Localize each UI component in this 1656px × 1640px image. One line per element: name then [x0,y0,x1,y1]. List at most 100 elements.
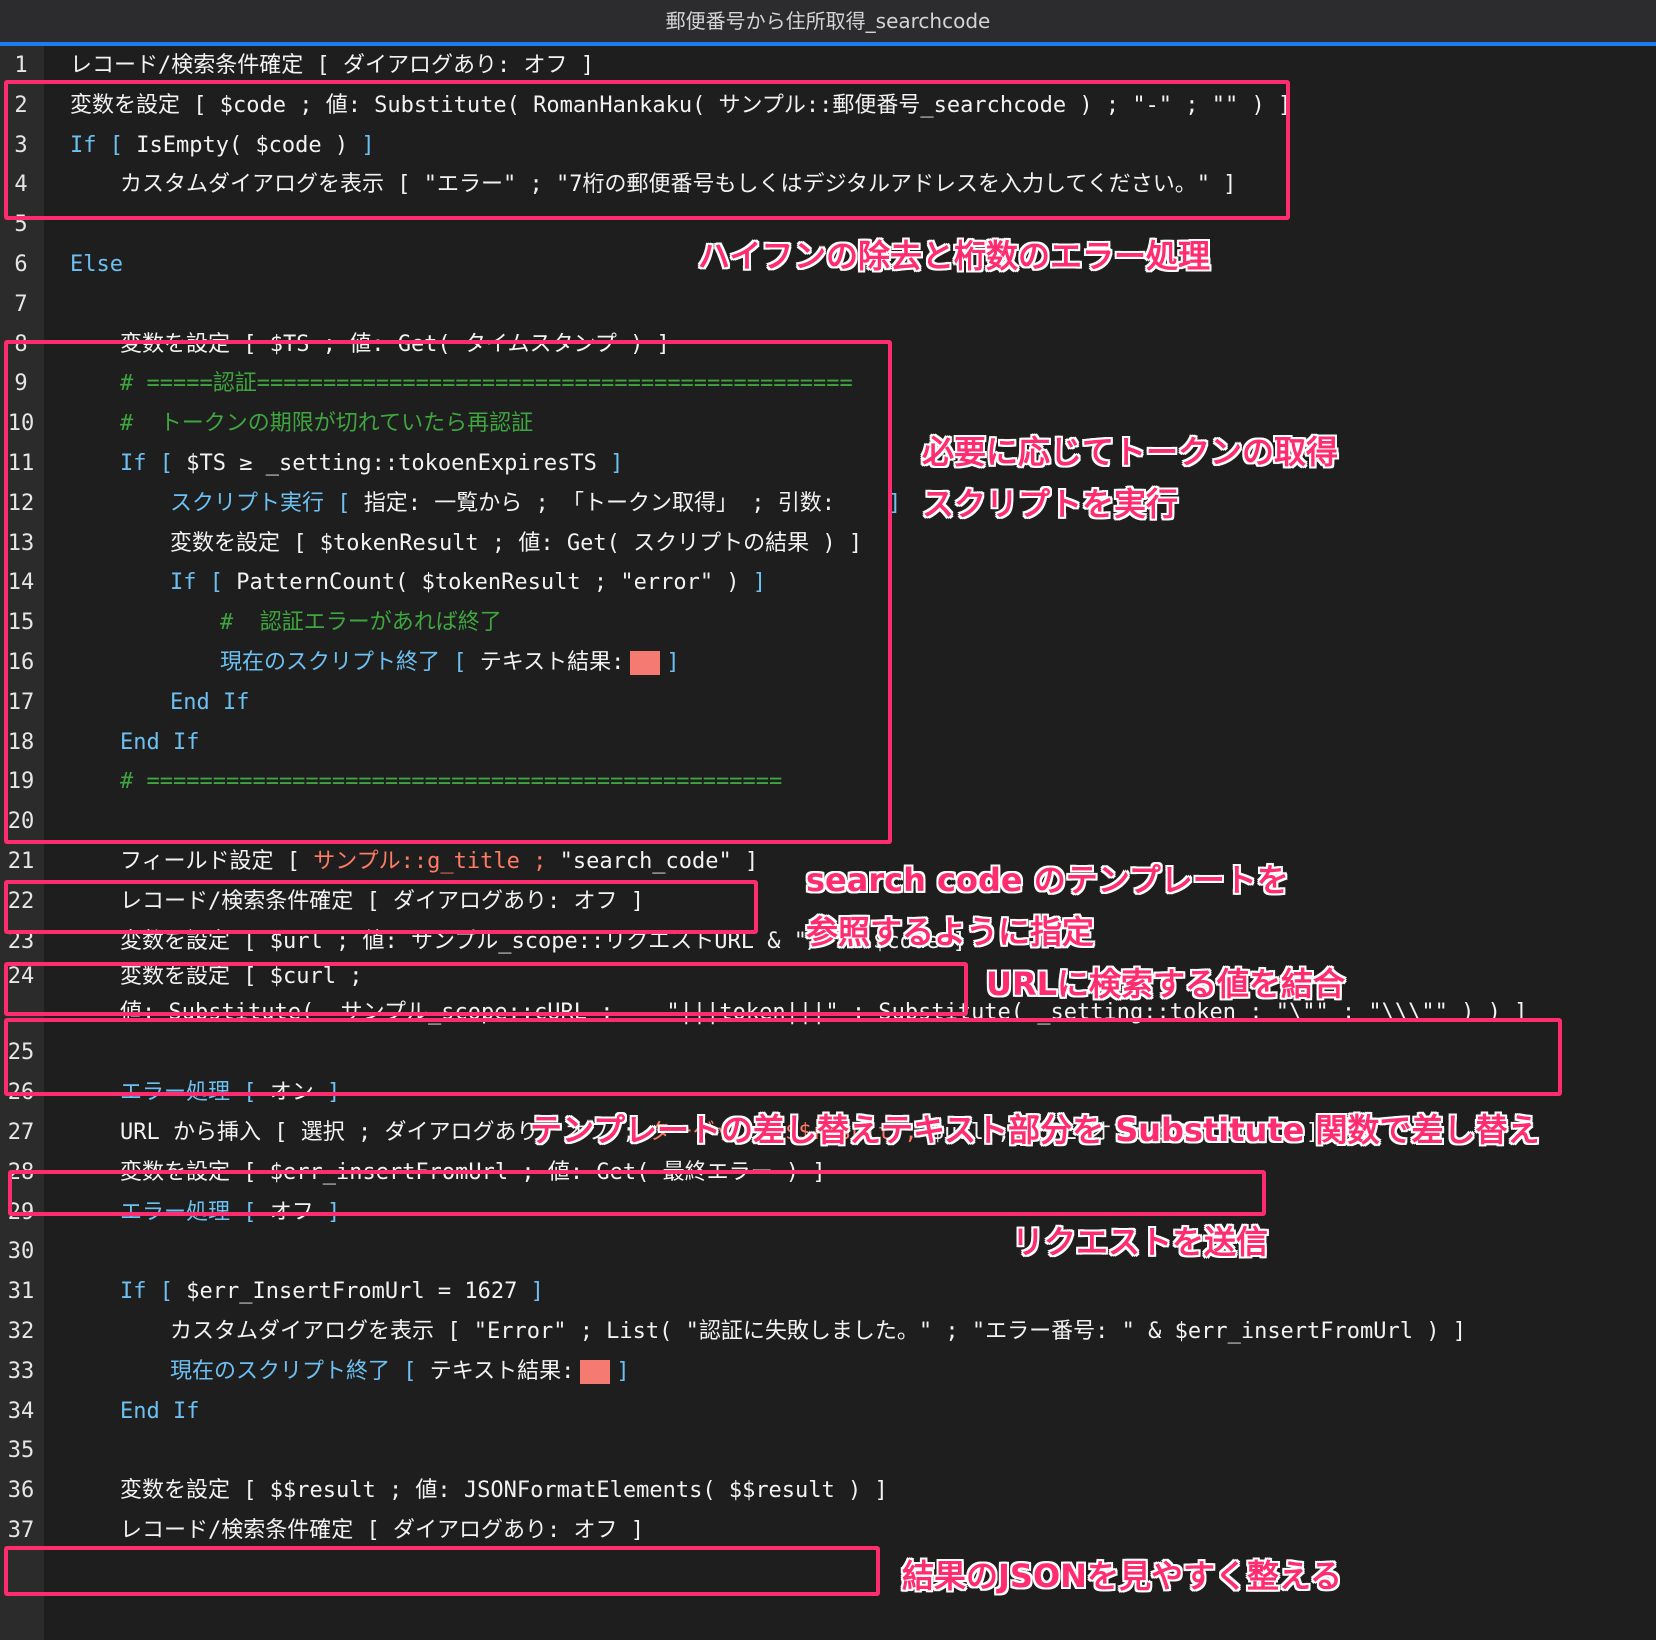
code-text: If [ $err_InsertFromUrl = 1627 ] [120,1272,544,1312]
code-line[interactable]: 25 [0,1033,1656,1073]
line-number: 37 [7,1518,35,1543]
line-number: 20 [7,809,35,835]
keyword-token: ] [530,1279,544,1305]
line-number: 33 [7,1358,35,1384]
line-number: 10 [7,411,35,437]
code-line[interactable]: 18 End If [0,723,1656,763]
line-number: 14 [7,570,35,596]
annotation-url-join: URLに検索する値を結合 [986,965,1346,1003]
code-text: 変数を設定 [ $tokenResult ; 値: Get( スクリプトの結果 … [170,524,862,564]
code-line[interactable]: 9 # =====認証==============================… [0,364,1656,404]
code-text: # ======================================… [120,762,782,802]
code-text: Else [70,245,123,285]
code-token: レコード/検索条件確定 [ ダイアログあり: オフ ] [120,888,644,914]
keyword-token: ] [327,1199,341,1225]
annotation-template: search code のテンプレートを 参照するように指定 [806,861,1289,951]
keyword-token: ] [887,490,902,516]
code-line[interactable]: 13 変数を設定 [ $tokenResult ; 値: Get( スクリプトの結… [0,524,1656,564]
code-token: テキスト結果: [429,1358,575,1384]
line-number: 21 [7,849,35,874]
code-text: # =====認証===============================… [120,364,853,404]
code-line[interactable]: 4 カスタムダイアログを表示 [ "エラー" ; "7桁の郵便番号もしくはデジタル… [0,165,1656,205]
code-line[interactable]: 3 If [ IsEmpty( $code ) ] [0,126,1656,166]
code-line[interactable]: 1 レコード/検索条件確定 [ ダイアログあり: オフ ] [0,46,1656,86]
code-token: 変数を設定 [ $$result ; 値: JSONFormatElements… [120,1478,888,1504]
code-line[interactable]: 2 変数を設定 [ $code ; 値: Substitute( RomanHan… [0,86,1656,126]
code-line[interactable]: 36 変数を設定 [ $$result ; 値: JSONFormatElemen… [0,1471,1656,1511]
code-token: 変数を設定 [ $err_insertFromUrl ; 値: Get( 最終エ… [120,1159,826,1185]
code-line[interactable]: 24 変数を設定 [ $curl ; 値: Substitute( サンプル_sco… [0,961,1656,1033]
code-line[interactable]: 14 If [ PatternCount( $tokenResult ; "err… [0,563,1656,603]
keyword-token: ] [666,650,680,675]
script-editor[interactable]: 1 レコード/検索条件確定 [ ダイアログあり: オフ ] 2 変数を設定 [ $co… [0,46,1656,1640]
code-line[interactable]: 7 [0,285,1656,325]
code-line[interactable]: 12 スクリプト実行 [ 指定: 一覧から ; 「トークン取得」 ; 引数: ] [0,484,1656,524]
annotation-send-request: リクエストを送信 [1012,1223,1269,1261]
code-line[interactable]: 20 [0,802,1656,842]
code-line[interactable]: 19 # ====================================… [0,762,1656,802]
line-number: 27 [7,1120,35,1145]
empty-result-swatch [580,1359,611,1384]
code-text: If [ PatternCount( $tokenResult ; "error… [170,563,766,603]
line-number: 25 [7,1040,35,1066]
comment-token: # トークンの期限が切れていたら再認証 [120,411,534,437]
code-token: 指定: 一覧から ; 「トークン取得」 ; 引数: [363,490,888,516]
code-line[interactable]: 32 カスタムダイアログを表示 [ "Error" ; List( "認証に失敗し… [0,1312,1656,1352]
line-number: 24 [7,964,35,990]
keyword-token: 現在のスクリプト終了 [ [170,1358,430,1384]
line-number: 1 [14,53,28,78]
annotation-json-format: 結果のJSONを見やすく整える [902,1557,1342,1595]
code-line[interactable]: 33 現在のスクリプト終了 [ テキスト結果:] [0,1352,1656,1392]
line-number: 9 [14,371,28,397]
keyword-token: End If [120,729,200,755]
code-line[interactable]: 28 変数を設定 [ $err_insertFromUrl ; 値: Get( 最… [0,1153,1656,1193]
code-text: レコード/検索条件確定 [ ダイアログあり: オフ ] [70,46,594,86]
code-line[interactable]: 31 If [ $err_InsertFromUrl = 1627 ] [0,1272,1656,1312]
code-token: $err_InsertFromUrl = 1627 [186,1279,531,1305]
code-text: 変数を設定 [ $$result ; 値: JSONFormatElements… [120,1471,888,1511]
code-line[interactable]: 10 # トークンの期限が切れていたら再認証 [0,404,1656,444]
code-line[interactable]: 34 End If [0,1392,1656,1432]
code-line[interactable]: 35 [0,1431,1656,1471]
line-number: 16 [7,650,35,675]
line-number: 23 [7,928,35,954]
annotation-substitute: テンプレートの差し替えテキスト部分を Substitute 関数で差し替え [530,1111,1540,1149]
comment-token: # =====認証===============================… [120,371,853,397]
code-text: レコード/検索条件確定 [ ダイアログあり: オフ ] [120,882,644,922]
line-number: 4 [14,172,28,198]
line-number: 12 [7,490,35,516]
line-number: 11 [7,451,35,476]
code-text: フィールド設定 [ サンプル::g_title ; "search_code" … [120,842,758,882]
empty-result-swatch [630,651,661,675]
code-line[interactable]: 16 現在のスクリプト終了 [ テキスト結果:] [0,643,1656,683]
line-number: 26 [7,1080,35,1106]
code-line[interactable]: 11 If [ $TS ≥ _setting::tokoenExpiresTS ] [0,444,1656,484]
line-number: 5 [14,212,28,238]
code-token: フィールド設定 [ [120,849,314,874]
code-text: # 認証エラーがあれば終了 [220,603,502,643]
code-token: "search_code" ] [559,849,759,874]
code-text: 現在のスクリプト終了 [ テキスト結果:] [170,1352,630,1392]
keyword-token: エラー処理 [ [120,1199,270,1225]
line-number: 30 [7,1239,35,1265]
keyword-token: 現在のスクリプト終了 [ [220,650,480,675]
code-line[interactable]: 37 レコード/検索条件確定 [ ダイアログあり: オフ ] [0,1511,1656,1551]
line-number: 32 [7,1319,35,1344]
line-number: 28 [7,1159,35,1185]
line-number: 29 [7,1199,35,1225]
code-line[interactable]: 30 [0,1232,1656,1272]
keyword-token: End If [120,1398,200,1424]
line-number: 2 [14,92,28,118]
code-token: PatternCount( $tokenResult ; "error" ) [236,570,753,596]
code-token: カスタムダイアログを表示 [ "Error" ; List( "認証に失敗しまし… [170,1319,1466,1344]
code-line[interactable]: 8 変数を設定 [ $TS ; 値: Get( タイムスタンプ ) ] [0,325,1656,365]
keyword-token: If [ [70,132,137,158]
code-line[interactable]: 17 End If [0,683,1656,723]
code-text: カスタムダイアログを表示 [ "Error" ; List( "認証に失敗しまし… [170,1312,1466,1352]
code-line[interactable]: 29 エラー処理 [ オフ ] [0,1193,1656,1233]
keyword-token: Else [70,252,123,277]
line-number: 15 [7,610,35,636]
code-line[interactable]: 15 # 認証エラーがあれば終了 [0,603,1656,643]
code-text: End If [170,683,249,723]
comment-token: # ======================================… [120,769,783,795]
